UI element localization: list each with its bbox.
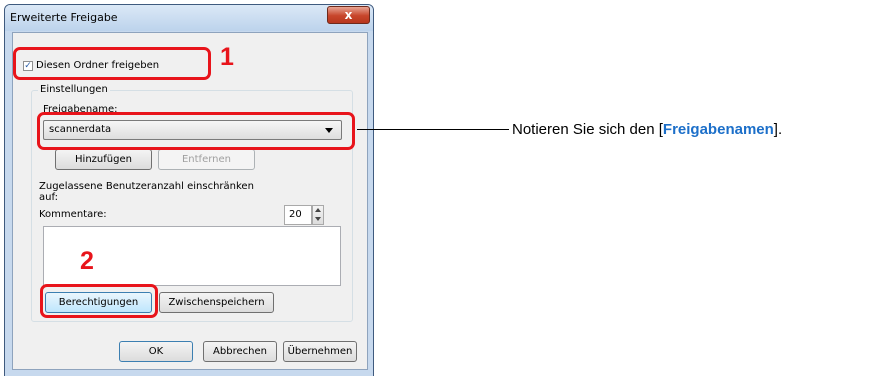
callout-keyword: Freigabenamen [662,121,774,138]
step2-number: 2 [80,247,94,275]
callout-prefix: Notieren Sie sich den [ [512,121,663,138]
dialog-title: Erweiterte Freigabe [10,11,118,24]
callout-note: Notieren Sie sich den [Freigabenamen]. [512,121,782,138]
add-button[interactable]: Hinzufügen [55,149,152,170]
caching-button[interactable]: Zwischenspeichern [159,292,274,313]
user-limit-label-line1: Zugelassene Benutzeranzahl einschränken [39,181,254,192]
remove-button[interactable]: Entfernen [158,149,255,170]
user-limit-label-line2: auf: [39,192,58,203]
spin-down-icon[interactable] [315,217,321,221]
spin-up-icon[interactable] [315,208,321,212]
step1-highlight [13,47,211,80]
close-button[interactable]: x [327,6,370,24]
callout-suffix: ]. [773,121,783,138]
cancel-button[interactable]: Abbrechen [203,341,277,362]
user-limit-label: Zugelassene Benutzeranzahl einschränken … [39,181,254,203]
step2-highlight [40,284,158,318]
share-name-highlight [37,112,355,150]
settings-group-title: Einstellungen [38,84,110,95]
comments-label: Kommentare: [39,209,107,220]
apply-button[interactable]: Übernehmen [283,341,357,362]
ok-button[interactable]: OK [119,341,193,362]
callout-line [357,129,509,130]
step1-number: 1 [220,43,234,71]
user-limit-input[interactable]: 20 [284,205,312,225]
dialog-frame-bottom [4,370,374,376]
